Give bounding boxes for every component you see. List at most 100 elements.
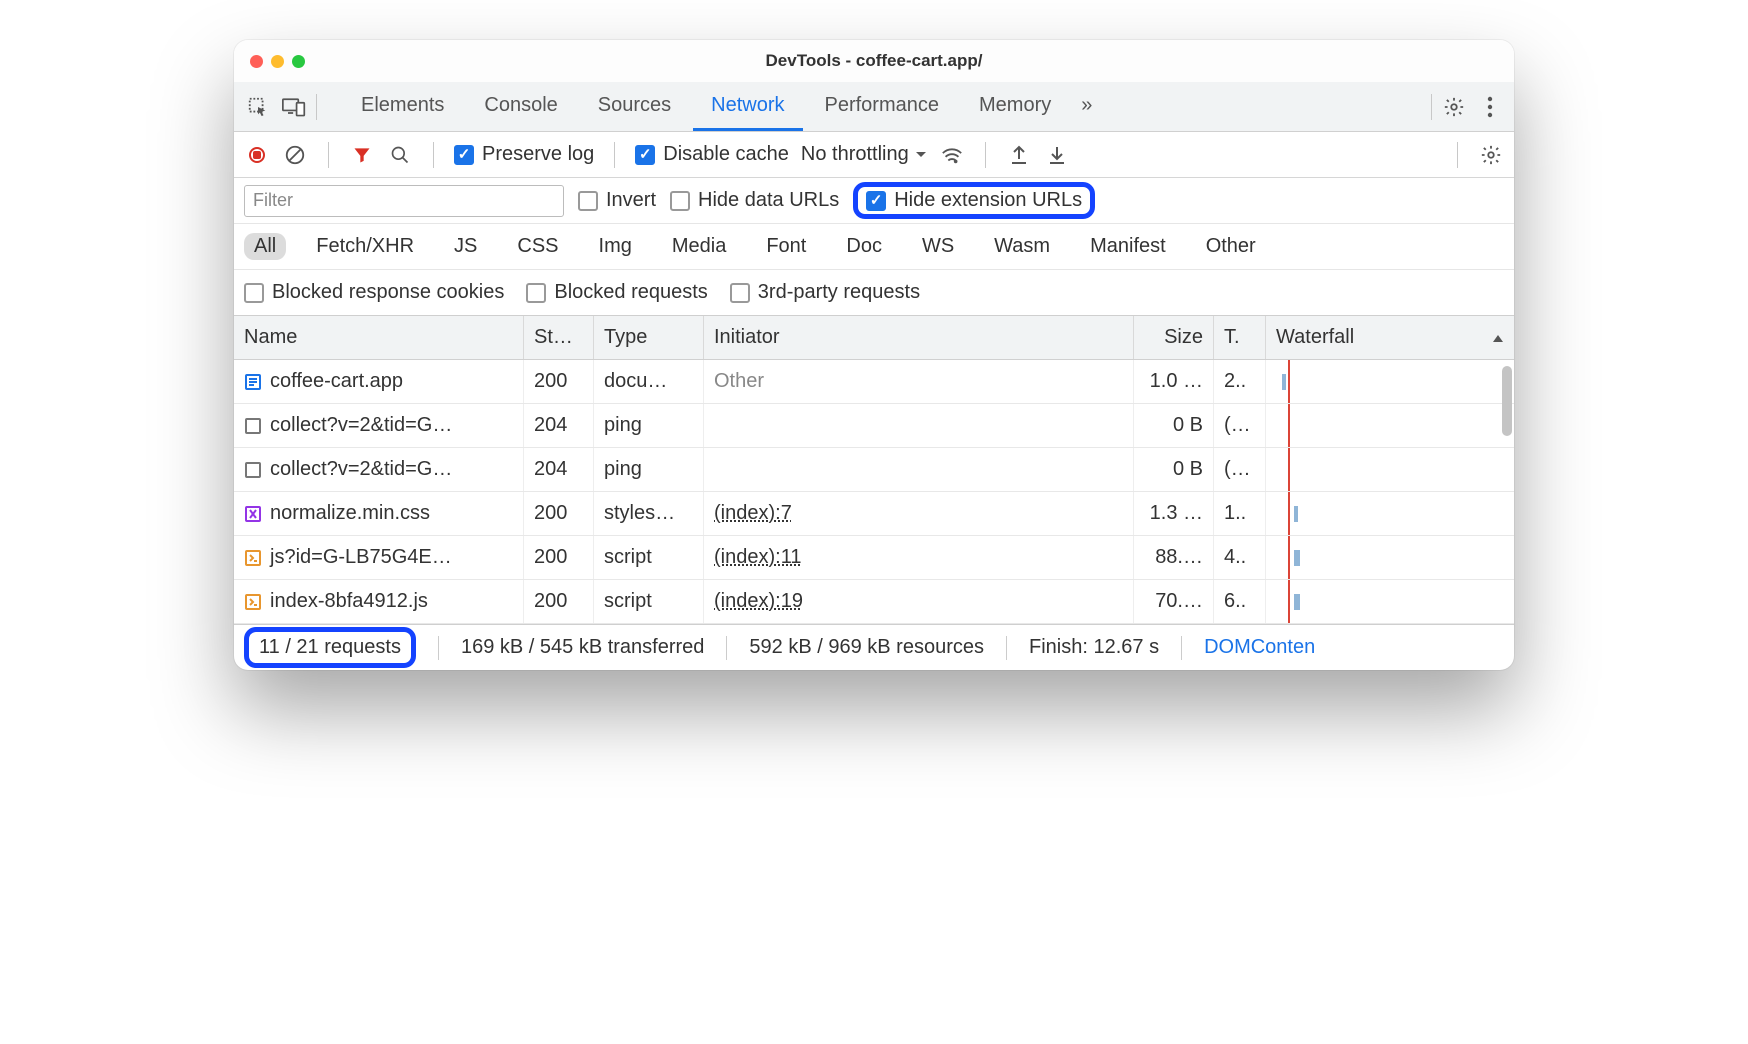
- import-har-icon[interactable]: [1044, 142, 1070, 168]
- request-size: 70.…: [1134, 580, 1214, 623]
- blocked-cookies-checkbox[interactable]: Blocked response cookies: [244, 281, 504, 304]
- type-all[interactable]: All: [244, 233, 286, 260]
- waterfall-cell: [1276, 580, 1504, 623]
- export-har-icon[interactable]: [1006, 142, 1032, 168]
- request-time: 4..: [1214, 536, 1266, 579]
- request-name: collect?v=2&tid=G…: [270, 414, 452, 437]
- inspect-element-icon[interactable]: [244, 93, 272, 121]
- request-name: coffee-cart.app: [270, 370, 403, 393]
- request-size: 1.0 …: [1134, 360, 1214, 403]
- hide-extension-urls-label: Hide extension URLs: [894, 189, 1082, 212]
- request-name: index-8bfa4912.js: [270, 590, 428, 613]
- divider: [433, 142, 434, 168]
- col-initiator[interactable]: Initiator: [704, 316, 1134, 359]
- col-type[interactable]: Type: [594, 316, 704, 359]
- request-type: ping: [594, 448, 704, 491]
- invert-label: Invert: [606, 189, 656, 212]
- table-row[interactable]: normalize.min.css200styles…(index):71.3 …: [234, 492, 1514, 536]
- table-body: coffee-cart.app200docu…Other1.0 …2..coll…: [234, 360, 1514, 624]
- col-status[interactable]: St…: [524, 316, 594, 359]
- type-ws[interactable]: WS: [912, 233, 964, 260]
- scrollbar[interactable]: [1502, 366, 1512, 436]
- checkbox-on-icon: [866, 191, 886, 211]
- tab-sources[interactable]: Sources: [580, 82, 689, 131]
- disable-cache-checkbox[interactable]: Disable cache: [635, 143, 789, 166]
- minimize-window-button[interactable]: [271, 55, 284, 68]
- type-manifest[interactable]: Manifest: [1080, 233, 1176, 260]
- request-type: script: [594, 536, 704, 579]
- third-party-label: 3rd-party requests: [758, 281, 920, 304]
- blocked-cookies-label: Blocked response cookies: [272, 281, 504, 304]
- requests-table: Name St… Type Initiator Size T. Waterfal…: [234, 316, 1514, 624]
- panel-tabbar: Elements Console Sources Network Perform…: [234, 82, 1514, 132]
- divider: [1457, 142, 1458, 168]
- waterfall-cell: [1276, 536, 1504, 579]
- settings-icon[interactable]: [1440, 93, 1468, 121]
- request-name: collect?v=2&tid=G…: [270, 458, 452, 481]
- table-row[interactable]: collect?v=2&tid=G…204ping0 B(…: [234, 404, 1514, 448]
- tab-performance[interactable]: Performance: [807, 82, 958, 131]
- throttling-label: No throttling: [801, 143, 909, 166]
- table-row[interactable]: index-8bfa4912.js200script(index):1970.……: [234, 580, 1514, 624]
- type-css[interactable]: CSS: [507, 233, 568, 260]
- type-fetchxhr[interactable]: Fetch/XHR: [306, 233, 424, 260]
- table-row[interactable]: coffee-cart.app200docu…Other1.0 …2..: [234, 360, 1514, 404]
- checkbox-on-icon: [454, 145, 474, 165]
- divider: [316, 94, 317, 120]
- type-doc[interactable]: Doc: [836, 233, 892, 260]
- request-name: js?id=G-LB75G4E…: [270, 546, 452, 569]
- request-status: 200: [524, 536, 594, 579]
- type-img[interactable]: Img: [589, 233, 642, 260]
- waterfall-cell: [1276, 492, 1504, 535]
- tab-network[interactable]: Network: [693, 82, 802, 131]
- preserve-log-checkbox[interactable]: Preserve log: [454, 143, 594, 166]
- table-row[interactable]: js?id=G-LB75G4E…200script(index):1188.…4…: [234, 536, 1514, 580]
- throttling-select[interactable]: No throttling: [801, 143, 927, 166]
- type-media[interactable]: Media: [662, 233, 736, 260]
- col-name[interactable]: Name: [234, 316, 524, 359]
- request-status: 200: [524, 492, 594, 535]
- kebab-menu-icon[interactable]: [1476, 93, 1504, 121]
- table-header: Name St… Type Initiator Size T. Waterfal…: [234, 316, 1514, 360]
- request-size: 0 B: [1134, 448, 1214, 491]
- col-size[interactable]: Size: [1134, 316, 1214, 359]
- status-domcontentloaded[interactable]: DOMConten: [1204, 636, 1315, 659]
- panel-tabs: Elements Console Sources Network Perform…: [343, 82, 1100, 131]
- record-button[interactable]: [244, 142, 270, 168]
- invert-checkbox[interactable]: Invert: [578, 189, 656, 212]
- network-conditions-icon[interactable]: [939, 142, 965, 168]
- filter-input[interactable]: [244, 185, 564, 217]
- blocked-requests-checkbox[interactable]: Blocked requests: [526, 281, 707, 304]
- checkbox-off-icon: [526, 283, 546, 303]
- waterfall-cell: [1276, 360, 1504, 403]
- close-window-button[interactable]: [250, 55, 263, 68]
- type-font[interactable]: Font: [756, 233, 816, 260]
- type-wasm[interactable]: Wasm: [984, 233, 1060, 260]
- tab-console[interactable]: Console: [466, 82, 575, 131]
- request-initiator[interactable]: (index):19: [714, 590, 803, 613]
- third-party-checkbox[interactable]: 3rd-party requests: [730, 281, 920, 304]
- clear-button[interactable]: [282, 142, 308, 168]
- col-waterfall[interactable]: Waterfall: [1266, 316, 1514, 359]
- maximize-window-button[interactable]: [292, 55, 305, 68]
- hide-data-urls-checkbox[interactable]: Hide data URLs: [670, 189, 839, 212]
- filter-icon[interactable]: [349, 142, 375, 168]
- hide-extension-urls-checkbox[interactable]: Hide extension URLs: [866, 189, 1082, 212]
- request-time: 1..: [1214, 492, 1266, 535]
- network-settings-icon[interactable]: [1478, 142, 1504, 168]
- more-tabs-button[interactable]: »: [1073, 82, 1100, 131]
- type-other[interactable]: Other: [1196, 233, 1266, 260]
- window-title: DevTools - coffee-cart.app/: [234, 51, 1514, 71]
- col-time[interactable]: T.: [1214, 316, 1266, 359]
- request-initiator[interactable]: (index):11: [714, 546, 801, 569]
- type-js[interactable]: JS: [444, 233, 487, 260]
- request-initiator[interactable]: (index):7: [714, 502, 792, 525]
- device-toolbar-icon[interactable]: [280, 93, 308, 121]
- request-size: 1.3 …: [1134, 492, 1214, 535]
- request-initiator: Other: [714, 370, 764, 393]
- tab-elements[interactable]: Elements: [343, 82, 462, 131]
- search-icon[interactable]: [387, 142, 413, 168]
- traffic-lights: [250, 55, 305, 68]
- tab-memory[interactable]: Memory: [961, 82, 1069, 131]
- table-row[interactable]: collect?v=2&tid=G…204ping0 B(…: [234, 448, 1514, 492]
